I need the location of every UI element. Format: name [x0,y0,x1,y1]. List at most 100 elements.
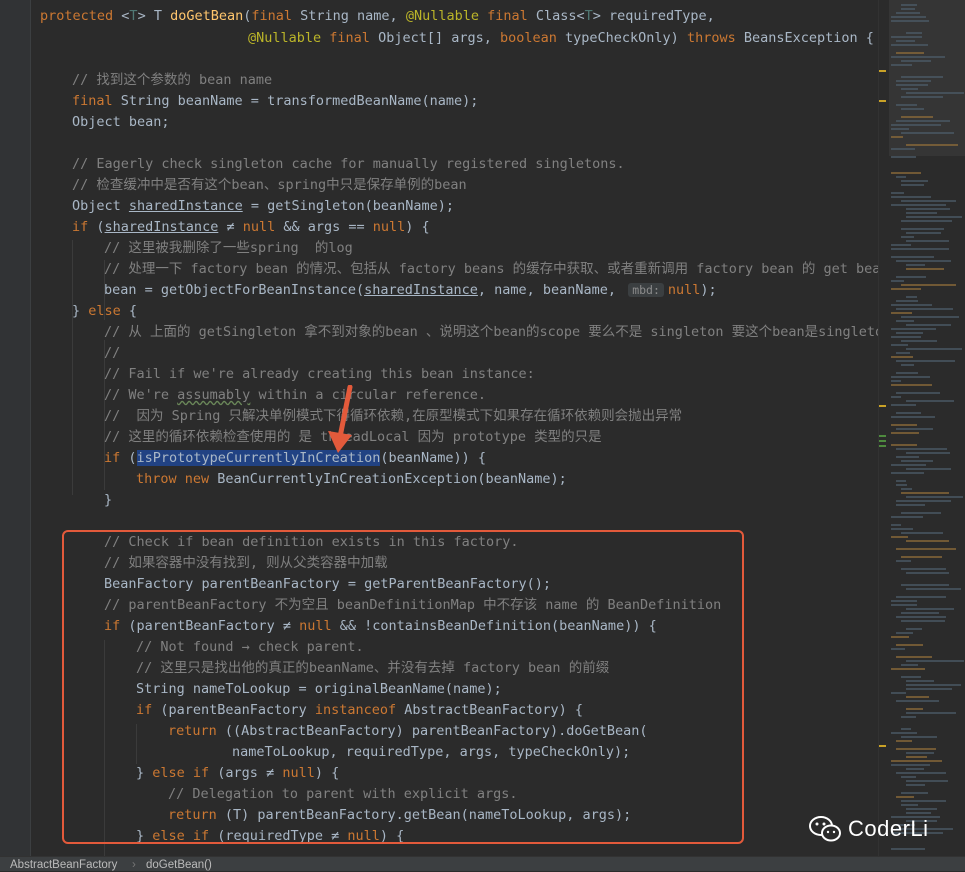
minimap-row [901,488,912,490]
minimap-row [906,296,918,298]
comment-line[interactable]: // 检查缓冲中是否有这个bean、spring中只是保存单例的bean [72,175,467,196]
minimap-row [896,104,917,106]
code-line[interactable]: Object sharedInstance = getSingleton(bea… [72,196,454,217]
code-line[interactable]: if (sharedInstance ≠ null && args == nul… [72,217,430,238]
keyword: null [372,219,406,235]
keyword: final [329,30,370,46]
minimap-row [891,128,909,130]
comment-line[interactable]: // 从 上面的 getSingleton 拿不到对象的bean 、说明这个be… [104,322,878,343]
code-text: bean = getObjectForBeanInstance( [104,282,365,298]
minimap-row [896,392,940,394]
minimap-row [891,156,916,158]
minimap-row [901,492,950,494]
minimap-row [896,412,921,414]
minimap-row [896,84,928,86]
minimap-row [891,472,924,474]
comment-line[interactable]: // We're assumably within a circular ref… [104,385,486,406]
minimap-row [891,848,925,850]
code-line[interactable]: protected <T> T doGetBean(final String n… [40,6,715,27]
code-line[interactable]: } [104,490,112,511]
minimap-row [901,228,944,230]
minimap-row [896,448,947,450]
minimap-row [901,316,960,318]
code-line[interactable]: } else { [72,301,137,322]
minimap-row [906,588,961,590]
minimap-row [891,604,917,606]
code-text: Object [72,198,129,214]
minimap-row [906,348,963,350]
minimap-row [901,792,928,794]
minimap-row [896,700,940,702]
minimap-row [896,52,924,54]
minimap-row [891,44,929,46]
code-minimap[interactable] [878,0,965,856]
code-line[interactable]: bean = getObjectForBeanInstance(sharedIn… [104,280,717,301]
minimap-row [906,232,942,234]
code-editor[interactable]: protected <T> T doGetBean(final String n… [0,0,878,856]
code-text: && args == [275,219,373,235]
minimap-row [891,668,926,670]
minimap-row [891,312,912,314]
minimap-row [901,96,943,98]
typo-word: assumably [177,387,251,403]
wechat-icon [809,816,841,842]
minimap-row [906,688,953,690]
code-text: > T [137,8,171,24]
indent-guide [72,240,73,495]
minimap-marker [879,445,886,447]
minimap-row [891,136,903,138]
comment-line[interactable]: // [104,343,120,364]
minimap-row [896,428,933,430]
minimap-row [896,740,913,742]
minimap-row [891,396,902,398]
minimap-row [906,752,934,754]
minimap-row [891,424,918,426]
minimap-row [901,184,925,186]
minimap-row [896,260,952,262]
comment-line[interactable]: // Fail if we're already creating this b… [104,364,535,385]
minimap-row [896,772,947,774]
minimap-marker [879,70,886,72]
minimap-row [896,176,907,178]
minimap-row [891,516,924,518]
code-text: Object[] args, [369,30,500,46]
variable-reassigned: sharedInstance [104,219,219,235]
minimap-row [891,256,934,258]
parameter-hint: mbd: [628,283,664,297]
comment-line[interactable]: // 找到这个参数的 bean name [72,70,272,91]
minimap-row [896,748,936,750]
minimap-row [906,208,950,210]
minimap-row [906,780,948,782]
code-line[interactable]: throw new BeanCurrentlyInCreationExcepti… [136,469,567,490]
comment-line[interactable]: // 因为 Spring 只解决单例模式下得循环依赖,在原型模式下如果存在循环依… [104,406,682,427]
minimap-row [901,460,933,462]
minimap-row [896,308,954,310]
minimap-row [891,192,905,194]
minimap-row [901,568,946,570]
minimap-row [891,404,917,406]
minimap-row [901,200,957,202]
comment-line[interactable]: // 处理一下 factory bean 的情况、包括从 factory bea… [104,259,878,280]
minimap-row [891,648,905,650]
minimap-row [891,124,941,126]
minimap-row [896,504,926,506]
code-line[interactable]: final String beanName = transformedBeanN… [72,91,478,112]
minimap-row [896,332,923,334]
breadcrumb: AbstractBeanFactory › doGetBean() [0,856,965,871]
minimap-row [891,344,909,346]
minimap-row [906,708,923,710]
code-line[interactable]: if (isPrototypeCurrentlyInCreation(beanN… [104,448,486,469]
minimap-row [891,304,933,306]
code-line[interactable]: @Nullable final Object[] args, boolean t… [248,28,874,49]
comment-line[interactable]: // Eagerly check singleton cache for man… [72,154,625,175]
minimap-row [896,480,906,482]
minimap-row [891,380,901,382]
minimap-row [896,484,908,486]
comment-line[interactable]: // 这里被我删除了一些spring 的log [104,238,353,259]
code-line[interactable]: Object bean; [72,112,170,133]
minimap-row [891,196,932,198]
minimap-row [891,732,917,734]
type-param: T [584,8,593,24]
minimap-row [906,680,934,682]
